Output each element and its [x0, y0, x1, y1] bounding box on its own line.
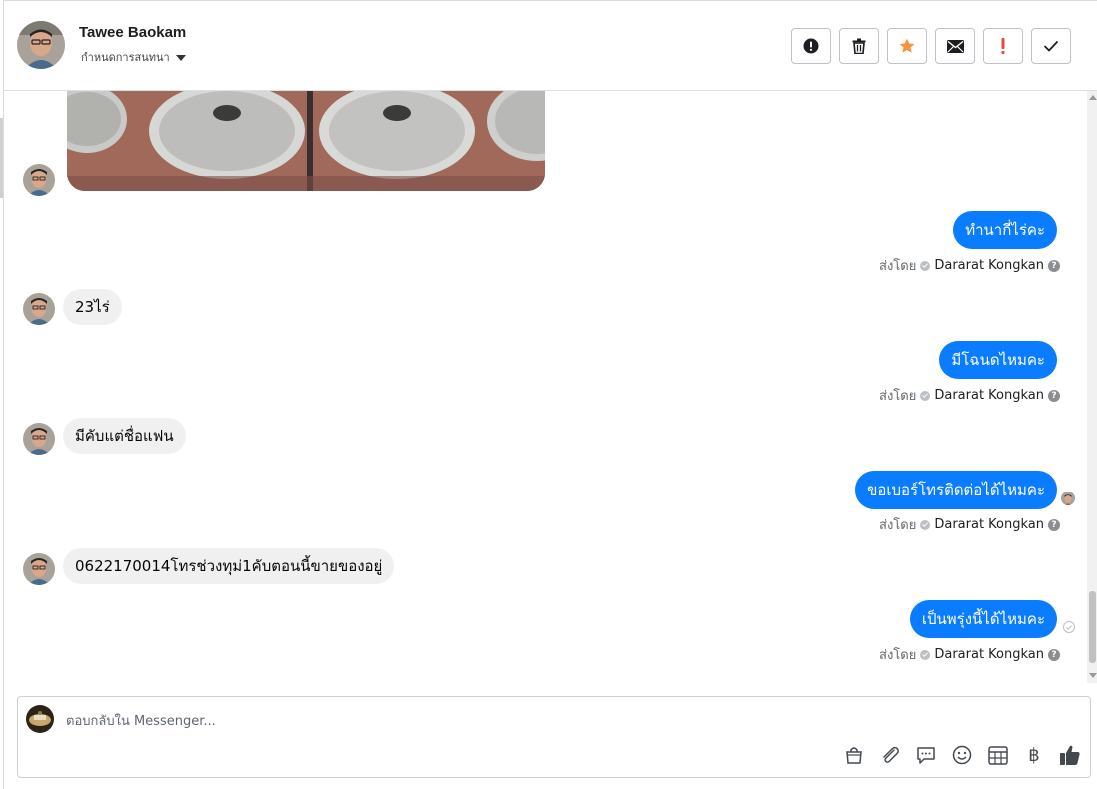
shopping-bag-button[interactable] [842, 743, 866, 767]
conversation-header: Tawee Baokam กำหนดการสนทนา [4, 1, 1097, 91]
sent-by-info: ส่งโดย Dararat Kongkan ? [879, 644, 1060, 665]
conversation-subtitle: กำหนดการสนทนา [81, 51, 170, 64]
shopping-bag-icon [846, 747, 862, 764]
sent-by-info: ส่งโดย Dararat Kongkan ? [879, 514, 1060, 535]
incoming-message[interactable]: มีคับแต่ชื่อแฟน [63, 418, 186, 454]
sent-by-info: ส่งโดย Dararat Kongkan ? [879, 255, 1060, 276]
emoji-button[interactable] [950, 743, 974, 767]
check-icon [1043, 40, 1059, 52]
verified-icon [920, 390, 931, 401]
message-text: เป็นพรุ่งนี้ได้ไหมคะ [921, 610, 1045, 628]
attach-file-button[interactable] [878, 743, 902, 767]
appointment-button[interactable] [986, 743, 1010, 767]
saved-reply-button[interactable] [914, 743, 938, 767]
agent-name[interactable]: Dararat Kongkan [934, 517, 1044, 532]
scroll-up-arrow-icon[interactable] [1089, 95, 1097, 100]
report-spam-button[interactable] [791, 28, 831, 64]
outgoing-message[interactable]: ขอเบอร์โทรติดต่อได้ไหมคะ [855, 471, 1057, 509]
help-icon[interactable]: ? [1048, 259, 1060, 272]
contact-name[interactable]: Tawee Baokam [79, 24, 186, 41]
sent-by-label: ส่งโดย [879, 518, 917, 533]
sent-status-icon [1063, 621, 1075, 633]
chevron-down-icon [175, 54, 186, 61]
thumbs-up-icon [1060, 745, 1080, 765]
saved-reply-icon [917, 746, 935, 764]
emoji-icon [952, 745, 972, 765]
outgoing-message[interactable]: มีโฉนดไหมคะ [939, 341, 1057, 379]
sent-by-label: ส่งโดย [879, 389, 917, 404]
message-text: มีโฉนดไหมคะ [951, 351, 1045, 369]
outgoing-message[interactable]: ทำนากี่ไร่คะ [953, 211, 1057, 249]
like-button[interactable] [1058, 743, 1082, 767]
conversation-schedule-dropdown[interactable]: กำหนดการสนทนา [81, 48, 186, 66]
sent-by-label: ส่งโดย [879, 648, 917, 663]
contact-avatar-small [23, 553, 55, 585]
sent-by-info: ส่งโดย Dararat Kongkan ? [879, 385, 1060, 406]
reply-composer: ฿ [17, 696, 1091, 778]
table-icon [988, 745, 1008, 765]
message-list[interactable]: ทำนากี่ไร่คะ ส่งโดย Dararat Kongkan ? 23… [4, 91, 1097, 683]
star-button[interactable] [887, 28, 927, 64]
contact-avatar-small [23, 293, 55, 325]
help-icon[interactable]: ? [1048, 518, 1060, 531]
agent-name[interactable]: Dararat Kongkan [934, 258, 1044, 273]
star-icon [899, 38, 915, 53]
conversation-panel: Tawee Baokam กำหนดการสนทนา ทำนากี่ไร่คะ … [3, 0, 1097, 789]
message-text: 0622170014โทรช่วงทุม่1คับตอนนี้ขายของอยู… [75, 557, 383, 575]
help-icon[interactable]: ? [1048, 389, 1060, 402]
message-scrollbar[interactable] [1087, 91, 1097, 683]
verified-icon [920, 260, 931, 271]
contact-avatar-small [23, 164, 55, 196]
envelope-icon [946, 39, 964, 53]
contact-avatar-small [23, 423, 55, 455]
alert-circle-icon [803, 38, 819, 54]
scrollbar-thumb[interactable] [1089, 591, 1096, 663]
agent-name[interactable]: Dararat Kongkan [934, 647, 1044, 662]
message-text: มีคับแต่ชื่อแฟน [75, 427, 174, 445]
mark-done-button[interactable] [1031, 28, 1071, 64]
message-text: ขอเบอร์โทรติดต่อได้ไหมคะ [867, 481, 1045, 499]
agent-name[interactable]: Dararat Kongkan [934, 388, 1044, 403]
message-text: ทำนากี่ไร่คะ [965, 221, 1045, 239]
mark-unread-button[interactable] [935, 28, 975, 64]
verified-icon [920, 519, 931, 530]
contact-avatar[interactable] [17, 21, 65, 69]
trash-icon [852, 38, 866, 54]
incoming-message[interactable]: 23ไร่ [63, 289, 122, 325]
scroll-down-arrow-icon[interactable] [1089, 673, 1097, 678]
baht-icon: ฿ [1028, 744, 1040, 766]
delete-button[interactable] [839, 28, 879, 64]
help-icon[interactable]: ? [1048, 648, 1060, 661]
page-avatar [26, 705, 54, 733]
seen-by-avatar [1061, 491, 1075, 505]
message-image[interactable] [67, 91, 545, 191]
reply-input[interactable] [66, 711, 966, 731]
exclamation-icon [1001, 38, 1005, 54]
sent-by-label: ส่งโดย [879, 259, 917, 274]
verified-icon [920, 649, 931, 660]
message-text: 23ไร่ [75, 298, 110, 316]
follow-up-button[interactable] [983, 28, 1023, 64]
paperclip-icon [883, 746, 899, 763]
payment-button[interactable]: ฿ [1022, 743, 1046, 767]
incoming-message[interactable]: 0622170014โทรช่วงทุม่1คับตอนนี้ขายของอยู… [63, 548, 395, 584]
outgoing-message[interactable]: เป็นพรุ่งนี้ได้ไหมคะ [909, 600, 1057, 638]
